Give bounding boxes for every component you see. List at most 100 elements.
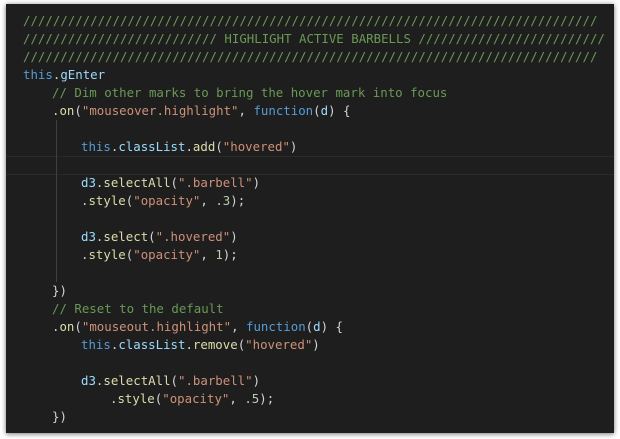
code-token: function <box>245 319 306 334</box>
code-token: ); <box>259 391 275 406</box>
code-token: d <box>320 103 329 118</box>
code-token: "mouseover.highlight" <box>81 103 239 118</box>
code-token: , <box>238 103 254 118</box>
code-token: .5 <box>244 391 260 406</box>
code-token: ); <box>230 193 246 208</box>
indent-guide <box>56 120 57 138</box>
code-token: 1 <box>215 247 223 262</box>
code-token: }) <box>52 283 67 298</box>
code-line: d3.selectAll(".barbell") <box>23 372 605 390</box>
code-token: // Reset to the default <box>52 301 224 316</box>
code-line <box>23 264 605 282</box>
code-line: ////////////////////////// HIGHLIGHT ACT… <box>23 30 605 48</box>
code-token: }) <box>52 409 67 424</box>
code-token: classList <box>118 139 186 154</box>
code-line: d3.select(".hovered") <box>23 228 605 246</box>
code-token: remove <box>192 337 238 352</box>
code-token: ) { <box>328 103 351 118</box>
code-token: select <box>103 229 149 244</box>
code-token: ".hovered" <box>155 229 231 244</box>
code-token: d3 <box>81 373 96 388</box>
code-line: this.classList.remove("hovered") <box>23 336 605 354</box>
code-token: , <box>200 193 216 208</box>
code-line: ////////////////////////////////////////… <box>23 12 605 30</box>
code-token: on <box>59 103 75 118</box>
code-token: ) <box>252 373 261 388</box>
code-token: "opacity" <box>133 193 201 208</box>
code-token: on <box>59 319 75 334</box>
code-token: ( <box>74 319 82 334</box>
code-token: "hovered" <box>222 139 290 154</box>
code-token: add <box>192 139 216 154</box>
code-line <box>23 210 605 228</box>
code-token: ( <box>313 103 321 118</box>
code-token: ( <box>148 229 156 244</box>
code-token: ) <box>230 229 238 244</box>
indent-guide <box>56 210 57 228</box>
code-token: ( <box>170 175 178 190</box>
code-token: // Dim other marks to bring the hover ma… <box>52 85 448 100</box>
code-token: ); <box>222 247 238 262</box>
current-line-highlight <box>6 156 614 175</box>
code-token: this <box>81 139 111 154</box>
code-token: ( <box>74 103 82 118</box>
code-line: .on("mouseout.highlight", function(d) { <box>23 318 605 336</box>
code-token: d3 <box>81 175 96 190</box>
code-token: style <box>117 391 155 406</box>
indent-guide <box>56 138 57 156</box>
code-token: "opacity" <box>133 247 201 262</box>
code-token: "mouseout.highlight" <box>81 319 232 334</box>
code-token: this <box>81 337 111 352</box>
code-token: "opacity" <box>162 391 230 406</box>
code-editor-window: ////////////////////////////////////////… <box>6 4 614 433</box>
code-area[interactable]: ////////////////////////////////////////… <box>6 12 614 426</box>
code-token: ) <box>289 139 298 154</box>
code-token: function <box>253 103 314 118</box>
code-token: selectAll <box>103 373 171 388</box>
code-token: classList <box>118 337 186 352</box>
indent-guide <box>56 228 57 246</box>
code-line: d3.selectAll(".barbell") <box>23 174 605 192</box>
code-token: .3 <box>215 193 231 208</box>
code-line: .style("opacity", .5); <box>23 390 605 408</box>
code-token: gEnter <box>60 67 106 82</box>
code-token: selectAll <box>103 175 171 190</box>
code-token: , <box>231 319 246 334</box>
code-token: , <box>229 391 245 406</box>
indent-guide <box>56 246 57 264</box>
code-line: .style("opacity", .3); <box>23 192 605 210</box>
code-token: ".barbell" <box>178 175 253 190</box>
code-line: .on("mouseover.highlight", function(d) { <box>23 102 605 120</box>
code-token: ) { <box>320 319 343 334</box>
code-token: ".barbell" <box>178 373 253 388</box>
code-token: . <box>185 139 193 154</box>
indent-guide <box>56 264 57 282</box>
code-token: . <box>185 337 193 352</box>
code-line: .style("opacity", 1); <box>23 246 605 264</box>
code-line: }) <box>23 282 605 300</box>
code-token: style <box>88 193 126 208</box>
code-token: ////////////////////////////////////////… <box>23 49 598 64</box>
code-token: d <box>313 319 321 334</box>
code-line <box>23 120 605 138</box>
code-token: , <box>200 247 216 262</box>
code-token: ( <box>215 139 223 154</box>
code-line: this.gEnter <box>23 66 605 84</box>
code-line: }) <box>23 408 605 426</box>
code-token: ) <box>252 175 261 190</box>
code-line: this.classList.add("hovered") <box>23 138 605 156</box>
code-line: // Reset to the default <box>23 300 605 318</box>
code-token: style <box>88 247 126 262</box>
indent-guide <box>56 174 57 192</box>
code-token: "hovered" <box>245 337 313 352</box>
code-line: // Dim other marks to bring the hover ma… <box>23 84 605 102</box>
code-token: this <box>23 67 53 82</box>
code-line: ////////////////////////////////////////… <box>23 48 605 66</box>
code-token: d3 <box>81 229 96 244</box>
code-token: ( <box>170 373 178 388</box>
code-token: ////////////////////////////////////////… <box>23 13 598 28</box>
indent-guide <box>56 156 57 174</box>
code-token: ) <box>312 337 320 352</box>
code-line <box>6 156 614 175</box>
